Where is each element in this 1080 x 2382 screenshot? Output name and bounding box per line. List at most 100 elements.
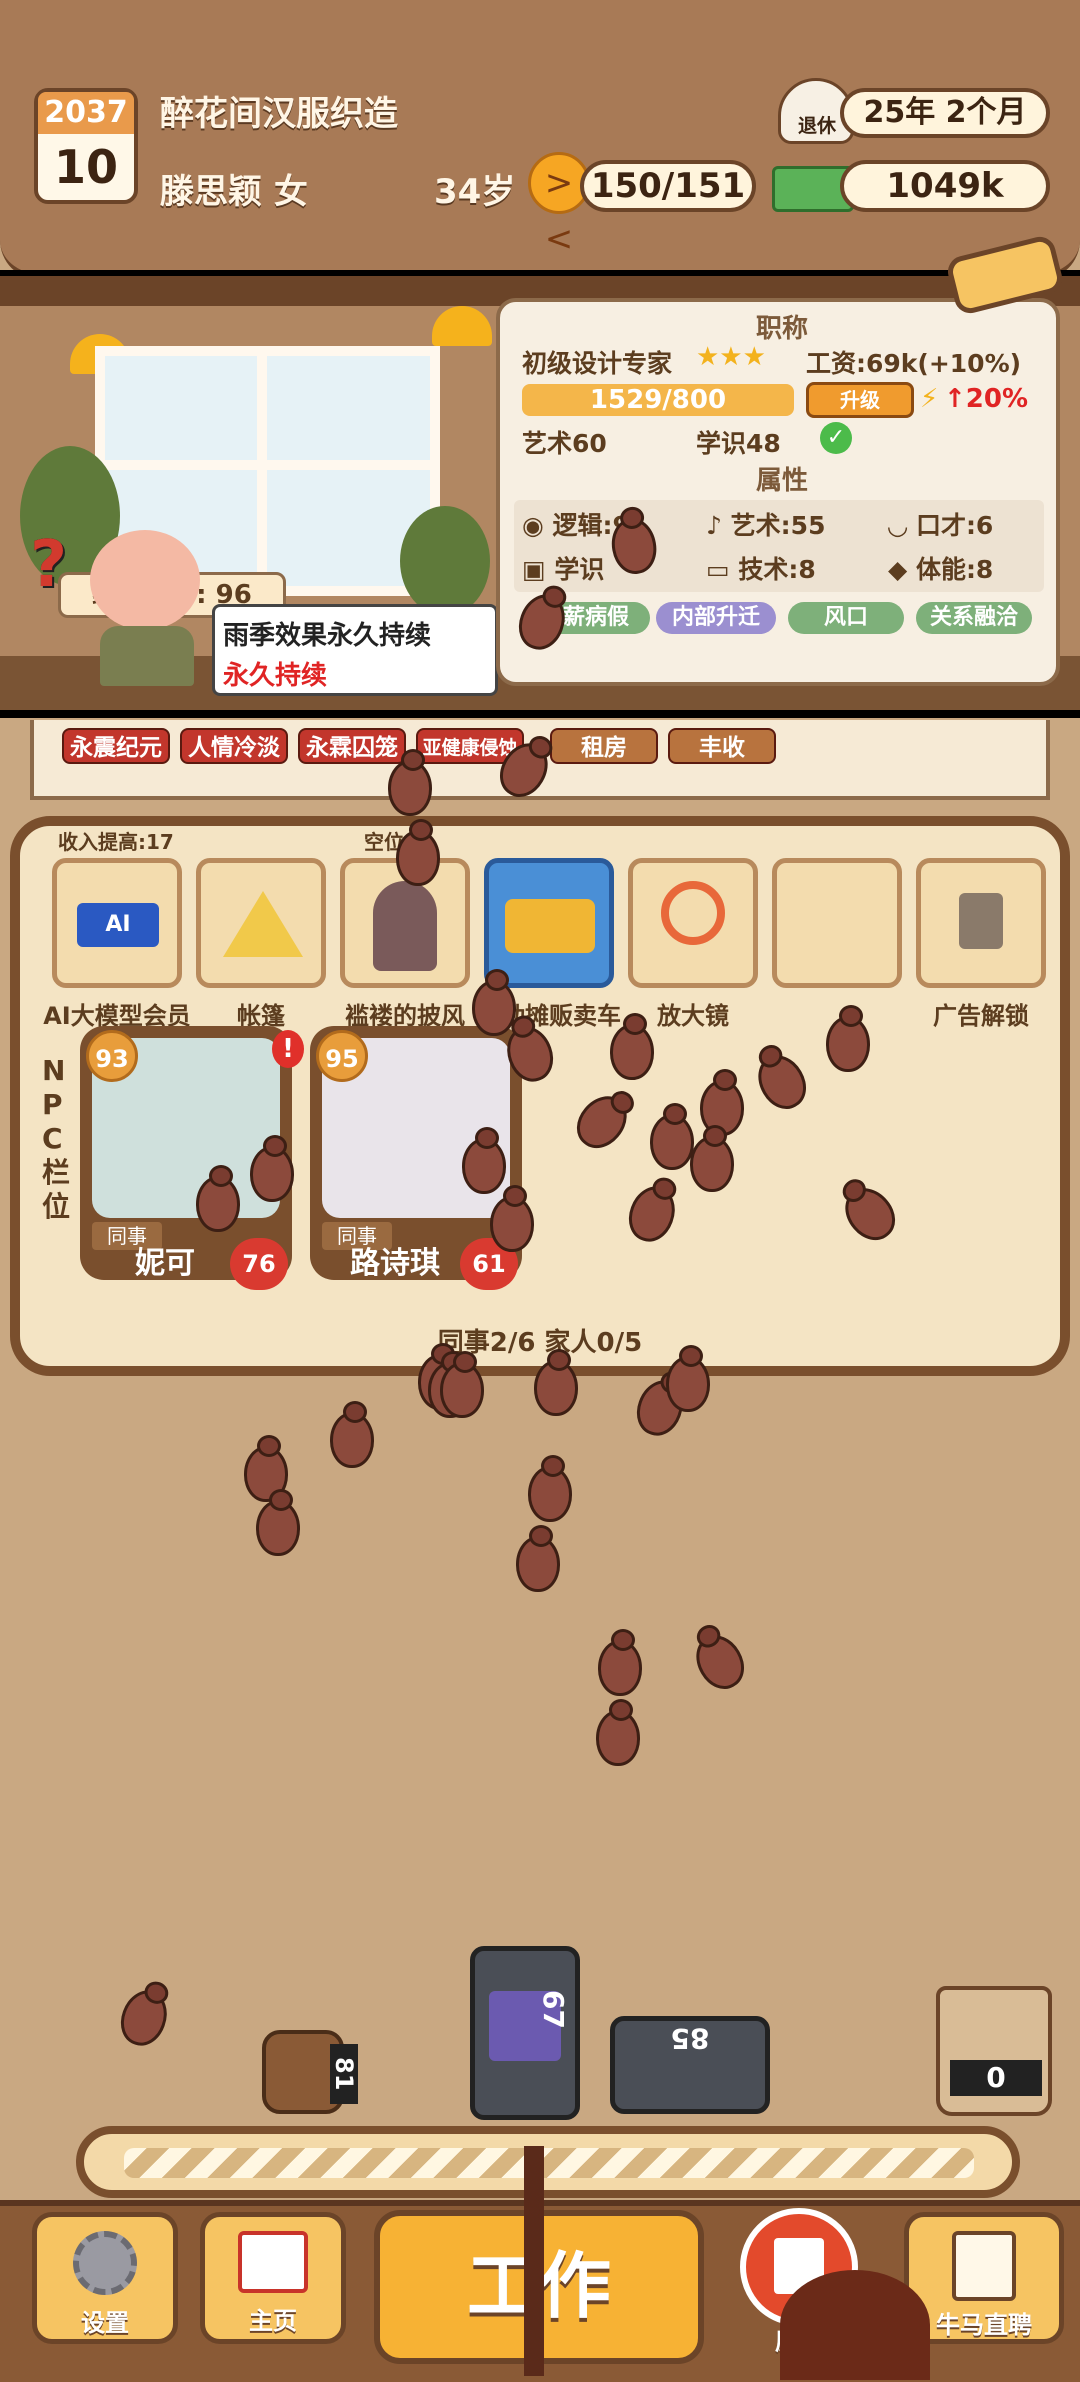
progress-track (76, 2126, 1020, 2198)
large-bug-icon (780, 2270, 930, 2380)
job-tag[interactable]: 内部升迁 (656, 602, 776, 634)
food-truck-icon (505, 899, 595, 953)
attr-eloquence-text: 口才:6 (915, 511, 994, 540)
bug-icon (472, 969, 516, 1036)
cloak-icon (373, 881, 437, 971)
npc-affinity-heart: 76 (230, 1238, 288, 1290)
settings-button[interactable]: 设置 (32, 2212, 178, 2344)
bug-icon (490, 1185, 534, 1252)
attr-knowledge-text: 学识 (554, 555, 605, 584)
book-icon: ▣ (522, 555, 555, 584)
money-counter: 1049k (840, 160, 1050, 212)
avatar-body (100, 626, 194, 686)
bug-icon (250, 1135, 294, 1202)
bug-icon (388, 749, 432, 816)
alert-icon: ! (272, 1030, 304, 1068)
item-slot-tent[interactable] (196, 858, 326, 988)
magnifier-icon (661, 881, 725, 945)
company-name: 醉花间汉服织造 (160, 94, 398, 134)
item-slot-food-truck[interactable] (484, 858, 614, 988)
hire-label: 牛马直聘 (936, 2311, 1032, 2339)
effect-speech-bubble: 雨季效果永久持续 永久持续 (212, 604, 498, 696)
npc-side-label: N P C 栏 位 (42, 1054, 72, 1224)
npc-side-char: C (42, 1122, 63, 1155)
bug-icon (610, 1013, 654, 1080)
event-tag[interactable]: 丰收 (668, 728, 776, 764)
npc-side-char: P (42, 1088, 63, 1121)
item-slot-ad-unlock[interactable] (916, 858, 1046, 988)
attr-tech: ▭ 技术:8 (706, 550, 816, 586)
upgrade-button[interactable]: 升级 (806, 382, 914, 418)
shopping-bag-icon[interactable]: 0 (936, 1986, 1052, 2116)
player-age: 34岁 (434, 172, 516, 212)
bug-icon (690, 1125, 734, 1192)
job-rank: 初级设计专家 (522, 349, 673, 378)
home-button[interactable]: 主页 (200, 2212, 346, 2344)
job-panel-title: 职称 (756, 314, 809, 344)
npc-side-char: N (42, 1054, 66, 1087)
bug-icon (440, 1351, 484, 1418)
gear-icon (73, 2231, 137, 2295)
toolbox-value: 85 (670, 2022, 710, 2055)
plant-icon (400, 506, 490, 616)
retire-countdown: 25年 2个月 (840, 88, 1050, 138)
attr-tech-text: 技术:8 (738, 555, 816, 584)
window-frame (257, 356, 267, 586)
barrel-value: 81 (330, 2044, 358, 2104)
lock-icon (959, 893, 1003, 949)
top-status-bar: 2037 10 醉花间汉服织造 滕思颖 女 34岁 >< 150/151 104… (0, 0, 1080, 280)
player-name-gender: 滕思颖 女 (160, 172, 308, 212)
shield-icon: ◆ (888, 555, 916, 584)
npc-level-badge: 95 (316, 1030, 368, 1082)
npc-level-badge: 93 (86, 1030, 138, 1082)
job-tag[interactable]: 风口 (788, 602, 904, 634)
npc-side-char: 栏 (42, 1156, 71, 1189)
bug-icon (534, 1349, 578, 1416)
attributes-title: 属性 (756, 466, 809, 496)
energy-counter: 150/151 (580, 160, 756, 212)
calendar-month: 10 (53, 140, 118, 194)
bug-icon (462, 1127, 506, 1194)
music-note-icon: ♪ (706, 511, 731, 540)
bug-icon (598, 1629, 642, 1696)
calendar: 2037 10 (34, 88, 138, 204)
requirement-art: 艺术60 (522, 429, 607, 458)
bug-icon (256, 1489, 300, 1556)
speech-line-1: 雨季效果永久持续 (223, 621, 432, 651)
lightning-icon: ⚡ (920, 384, 939, 414)
monitor-icon: ▭ (706, 555, 739, 584)
question-mark-icon[interactable]: ? (30, 528, 74, 602)
event-tag[interactable]: 租房 (550, 728, 658, 764)
bug-icon (650, 1103, 694, 1170)
item-slot-magnifier[interactable] (628, 858, 758, 988)
npc-name: 路诗琪 (350, 1246, 440, 1281)
home-icon (238, 2231, 308, 2293)
bug-icon (596, 1699, 640, 1766)
bug-icon (528, 1455, 572, 1522)
income-boost-label: 收入提高:17 (58, 830, 174, 854)
job-tag[interactable]: 关系融洽 (916, 602, 1032, 634)
item-slot-empty[interactable] (772, 858, 902, 988)
attr-eloquence: ◡ 口才:6 (888, 506, 993, 542)
attr-knowledge: ▣ 学识 (522, 550, 604, 586)
attr-stamina: ◆ 体能:8 (888, 550, 993, 586)
bug-icon (330, 1401, 374, 1468)
tent-icon (223, 891, 303, 957)
toolbox-icon[interactable]: 85 (610, 2016, 770, 2114)
player-avatar[interactable] (80, 530, 210, 686)
window-frame (105, 460, 430, 470)
check-icon: ✓ (820, 422, 852, 454)
npc-name: 妮可 (135, 1246, 195, 1281)
event-tag[interactable]: 永震纪元 (62, 728, 170, 764)
progress-track-stripe (124, 2148, 974, 2178)
item-slot-ai-membership[interactable]: AI (52, 858, 182, 988)
bug-icon (396, 819, 440, 886)
job-salary: 工资:69k(+10%) (806, 349, 1022, 378)
bug-icon (196, 1165, 240, 1232)
bag-value: 0 (950, 2060, 1042, 2096)
job-title-panel: 职称 初级设计专家 ★★★ 工资:69k(+10%) 1529/800 升级 ⚡… (496, 298, 1060, 686)
ai-card-icon: AI (77, 903, 159, 947)
event-tag[interactable]: 永霖囚笼 (298, 728, 406, 764)
event-tag[interactable]: 人情冷淡 (180, 728, 288, 764)
boost-percent: ↑20% (944, 384, 1029, 414)
